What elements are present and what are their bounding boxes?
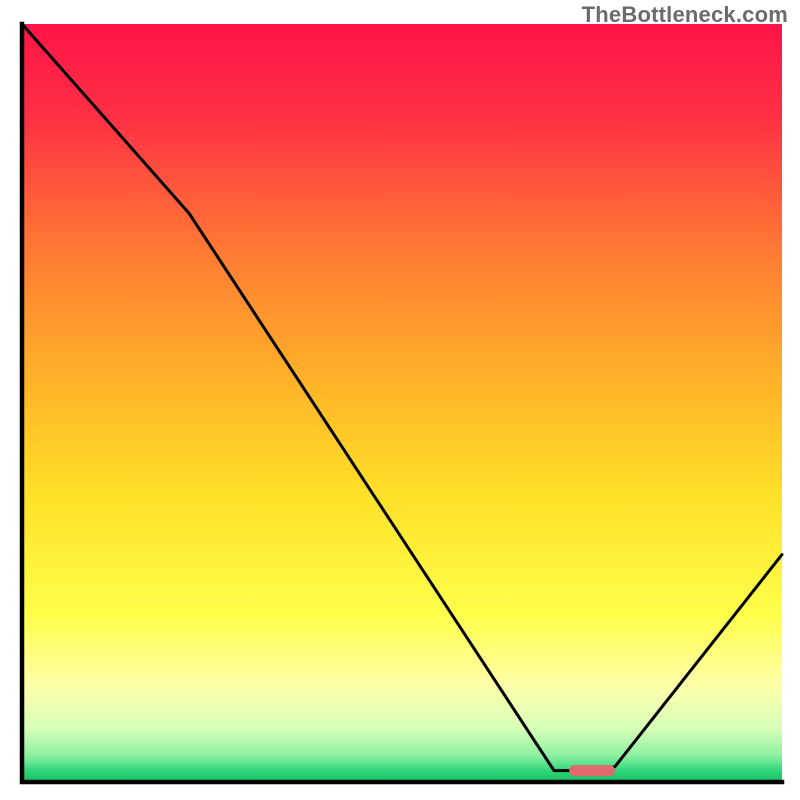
optimal-point-marker bbox=[569, 765, 615, 776]
plot-background bbox=[22, 24, 782, 782]
watermark-text: TheBottleneck.com bbox=[582, 2, 788, 28]
chart-container: TheBottleneck.com bbox=[0, 0, 800, 800]
bottleneck-chart bbox=[0, 0, 800, 800]
